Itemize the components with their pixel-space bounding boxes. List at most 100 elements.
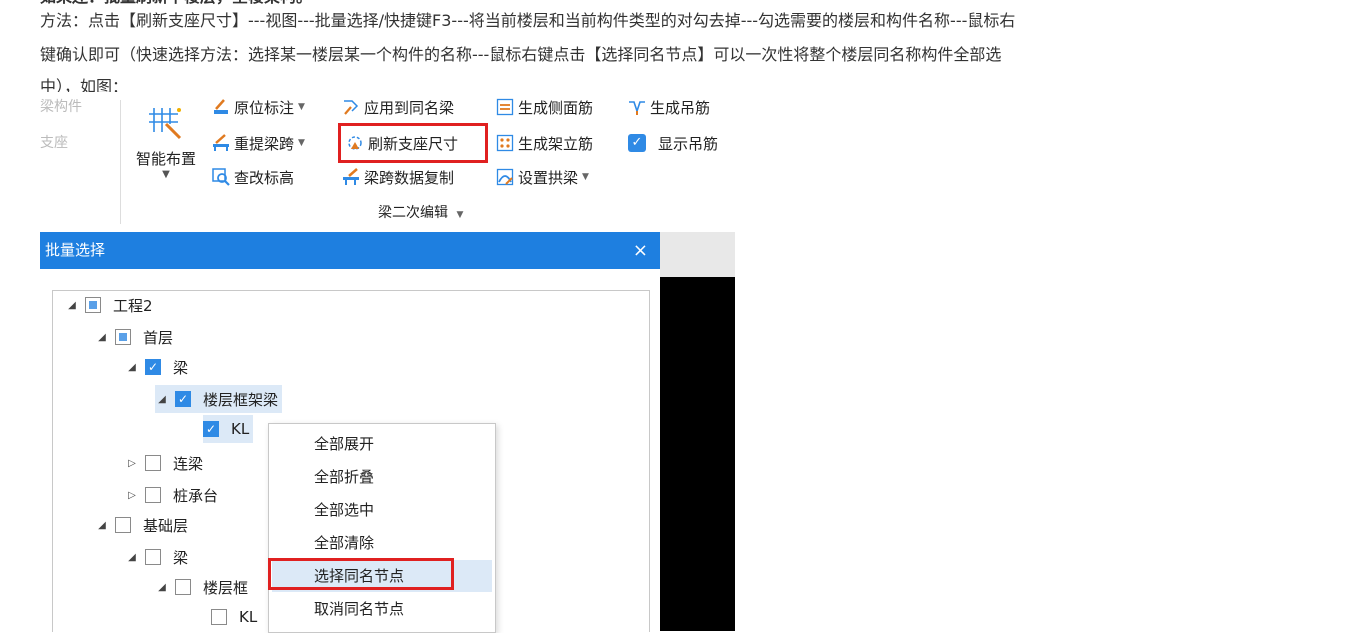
ribbon-toolbar: 梁构件 支座 智能布置 ▼ 原位标注 ▼ 重提梁跨 ▼ 查改标高 应用到同名梁 … xyxy=(40,92,735,232)
re-span-label: 重提梁跨 xyxy=(234,134,295,153)
checkbox-unchecked[interactable] xyxy=(145,487,161,503)
apply-same-beam-label: 应用到同名梁 xyxy=(364,98,455,117)
checkbox-unchecked[interactable] xyxy=(145,455,161,471)
ribbon-separator xyxy=(120,100,121,224)
expand-triangle-icon[interactable]: ◢ xyxy=(65,300,79,311)
apply-brush-icon xyxy=(342,98,360,116)
re-span-button[interactable]: 重提梁跨 ▼ xyxy=(212,130,305,156)
article-line-2: 键确认即可（快速选择方法：选择某一楼层某一个构件的名称---鼠标右键点击【选择同… xyxy=(40,45,1002,64)
checkbox-unchecked[interactable] xyxy=(175,579,191,595)
menu-item-clear-all[interactable]: 全部清除 xyxy=(269,527,495,559)
generate-side-rebar-button[interactable]: 生成侧面筋 xyxy=(496,94,593,120)
generate-side-rebar-label: 生成侧面筋 xyxy=(518,98,594,117)
original-mark-label: 原位标注 xyxy=(234,98,295,117)
checkbox-checked[interactable]: ✓ xyxy=(203,421,219,437)
checkbox-checked[interactable]: ✓ xyxy=(175,391,191,407)
original-mark-button[interactable]: 原位标注 ▼ xyxy=(212,94,305,120)
expand-triangle-icon[interactable]: ◢ xyxy=(155,582,169,593)
expand-triangle-icon[interactable]: ◢ xyxy=(95,520,109,531)
smart-layout-icon xyxy=(146,102,186,142)
hanger-rebar-icon xyxy=(628,98,646,116)
context-menu: 全部展开 全部折叠 全部选中 全部清除 选择同名节点 取消同名节点 xyxy=(268,423,496,633)
apply-same-beam-button[interactable]: 应用到同名梁 xyxy=(342,94,454,120)
set-arch-beam-label: 设置拱梁 xyxy=(518,168,579,187)
canvas-area xyxy=(660,232,735,631)
ribbon-group-label[interactable]: 梁二次编辑 ▼ xyxy=(378,202,463,222)
tree-node[interactable]: ▷ 连梁 xyxy=(125,449,203,477)
copy-beam-icon xyxy=(342,168,360,186)
tree-node-label: 桩承台 xyxy=(173,486,219,505)
expand-triangle-icon[interactable]: ◢ xyxy=(155,394,169,405)
arch-beam-icon xyxy=(496,168,514,186)
dialog-titlebar: 批量选择 × xyxy=(40,232,660,269)
show-hanger-rebar-label: 显示吊筋 xyxy=(658,134,719,153)
tree-node-label: KL xyxy=(239,608,258,626)
tree-node-label: 梁 xyxy=(173,548,189,567)
magnifier-icon xyxy=(212,168,230,186)
tree-node[interactable]: KL xyxy=(211,603,257,631)
ribbon-group-label-text: 梁二次编辑 xyxy=(378,205,448,221)
chevron-down-icon: ▼ xyxy=(582,172,589,182)
highlight-box-refresh xyxy=(338,123,488,163)
tree-node-label: 连梁 xyxy=(173,454,204,473)
article-line-1: 方法：点击【刷新支座尺寸】---视图---批量选择/快捷键F3---将当前楼层和… xyxy=(40,11,1016,30)
checkbox-partial[interactable] xyxy=(85,297,101,313)
tree-node[interactable]: ◢ 首层 xyxy=(95,323,173,351)
menu-item-cancel-same-name[interactable]: 取消同名节点 xyxy=(269,593,495,625)
smart-layout-button[interactable]: 智能布置 ▼ xyxy=(130,102,202,192)
tree-node[interactable]: ◢ 楼层框 xyxy=(155,573,248,601)
canvas-header xyxy=(660,232,735,277)
close-icon[interactable]: × xyxy=(633,232,648,269)
copy-span-data-button[interactable]: 梁跨数据复制 xyxy=(342,164,454,190)
tree-node-selected[interactable]: ✓ KL xyxy=(203,415,254,443)
tree-node-label: 基础层 xyxy=(143,516,189,535)
chevron-down-icon: ▼ xyxy=(298,102,305,112)
checkbox-checked-icon[interactable]: ✓ xyxy=(628,134,646,152)
menu-item-select-all[interactable]: 全部选中 xyxy=(269,494,495,526)
dialog-title: 批量选择 xyxy=(45,241,106,259)
checkbox-unchecked[interactable] xyxy=(211,609,227,625)
tree-node[interactable]: ◢ 基础层 xyxy=(95,511,188,539)
chevron-down-icon: ▼ xyxy=(162,169,170,180)
menu-item-collapse-all[interactable]: 全部折叠 xyxy=(269,461,495,493)
tree-node-label: 工程2 xyxy=(113,296,153,315)
checkbox-checked[interactable]: ✓ xyxy=(145,359,161,375)
tree-node-label: KL xyxy=(231,420,250,438)
beam-span-icon xyxy=(212,134,230,152)
menu-item-expand-all[interactable]: 全部展开 xyxy=(269,428,495,460)
tree-node[interactable]: ▷ 桩承台 xyxy=(125,481,218,509)
checkbox-unchecked[interactable] xyxy=(115,517,131,533)
show-hanger-rebar-toggle[interactable]: ✓ 显示吊筋 xyxy=(628,130,718,156)
tree-node-selected[interactable]: ◢ ✓ 楼层框架梁 xyxy=(155,385,283,413)
expand-triangle-icon[interactable]: ▷ xyxy=(125,490,139,501)
tree-node[interactable]: ◢ 梁 xyxy=(125,543,188,571)
chevron-down-icon: ▼ xyxy=(456,210,464,220)
ribbon-faded-left: 梁构件 支座 xyxy=(40,92,118,232)
edit-elevation-button[interactable]: 查改标高 xyxy=(212,164,294,190)
smart-layout-label: 智能布置 xyxy=(135,150,196,168)
faded-item-beam-component[interactable]: 梁构件 xyxy=(40,96,82,116)
side-rebar-icon xyxy=(496,98,514,116)
expand-triangle-icon[interactable]: ▷ xyxy=(125,458,139,469)
expand-triangle-icon[interactable]: ◢ xyxy=(125,362,139,373)
generate-erect-rebar-label: 生成架立筋 xyxy=(518,134,594,153)
tree-node[interactable]: ◢ 工程2 xyxy=(65,291,153,319)
checkbox-partial[interactable] xyxy=(115,329,131,345)
tree-node-label: 楼层框 xyxy=(203,578,249,597)
highlight-box-select-same xyxy=(268,558,454,590)
expand-triangle-icon[interactable]: ◢ xyxy=(95,332,109,343)
tree-node-label: 梁 xyxy=(173,358,189,377)
copy-span-data-label: 梁跨数据复制 xyxy=(364,168,455,187)
generate-hanger-rebar-button[interactable]: 生成吊筋 xyxy=(628,94,710,120)
pencil-ruler-icon xyxy=(212,98,230,116)
generate-hanger-rebar-label: 生成吊筋 xyxy=(650,98,711,117)
edit-elevation-label: 查改标高 xyxy=(234,168,295,187)
set-arch-beam-button[interactable]: 设置拱梁 ▼ xyxy=(496,164,589,190)
faded-item-support[interactable]: 支座 xyxy=(40,132,68,152)
tree-node[interactable]: ◢ ✓ 梁 xyxy=(125,353,188,381)
checkbox-unchecked[interactable] xyxy=(145,549,161,565)
expand-triangle-icon[interactable]: ◢ xyxy=(125,552,139,563)
tree-node-label: 楼层框架梁 xyxy=(203,390,279,409)
erect-rebar-icon xyxy=(496,134,514,152)
generate-erect-rebar-button[interactable]: 生成架立筋 xyxy=(496,130,593,156)
